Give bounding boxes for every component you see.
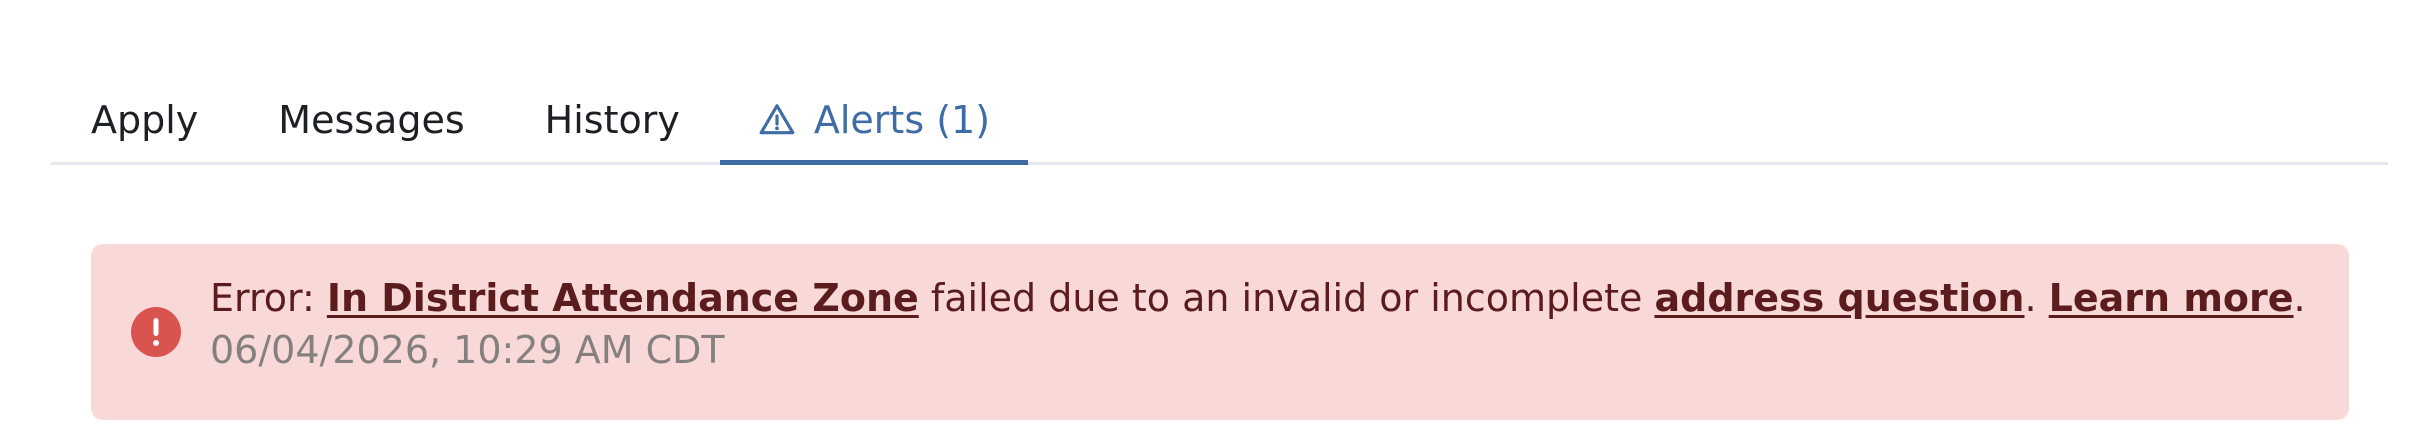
alert-prefix: Error: — [210, 276, 327, 320]
tab-alerts[interactable]: Alerts (1) — [719, 78, 1029, 165]
tab-messages-label: Messages — [278, 98, 465, 142]
tab-apply[interactable]: Apply — [51, 78, 238, 162]
page: Apply Messages History Alerts (1) Error:… — [0, 0, 2422, 446]
alert-separator: . — [2024, 276, 2049, 320]
address-question-link[interactable]: address question — [1654, 276, 2024, 320]
alert-suffix: . — [2293, 276, 2306, 320]
alert-message: Error: In District Attendance Zone faile… — [210, 272, 2309, 324]
alert-middle-text: failed due to an invalid or incomplete — [918, 276, 1655, 320]
tab-apply-label: Apply — [91, 98, 199, 142]
alert-timestamp: 06/04/2026, 10:29 AM CDT — [210, 328, 725, 372]
tab-history[interactable]: History — [505, 78, 720, 162]
tab-alerts-label: Alerts (1) — [813, 98, 991, 142]
tab-bar: Apply Messages History Alerts (1) — [51, 78, 2388, 165]
error-alert: Error: In District Attendance Zone faile… — [91, 244, 2349, 420]
tab-messages[interactable]: Messages — [238, 78, 504, 162]
alert-body: Error: In District Attendance Zone faile… — [210, 272, 2309, 376]
error-exclamation-icon — [131, 307, 181, 357]
warning-triangle-icon — [759, 104, 795, 135]
learn-more-link[interactable]: Learn more — [2049, 276, 2294, 320]
tab-history-label: History — [544, 98, 680, 142]
attendance-zone-link[interactable]: In District Attendance Zone — [327, 276, 919, 320]
